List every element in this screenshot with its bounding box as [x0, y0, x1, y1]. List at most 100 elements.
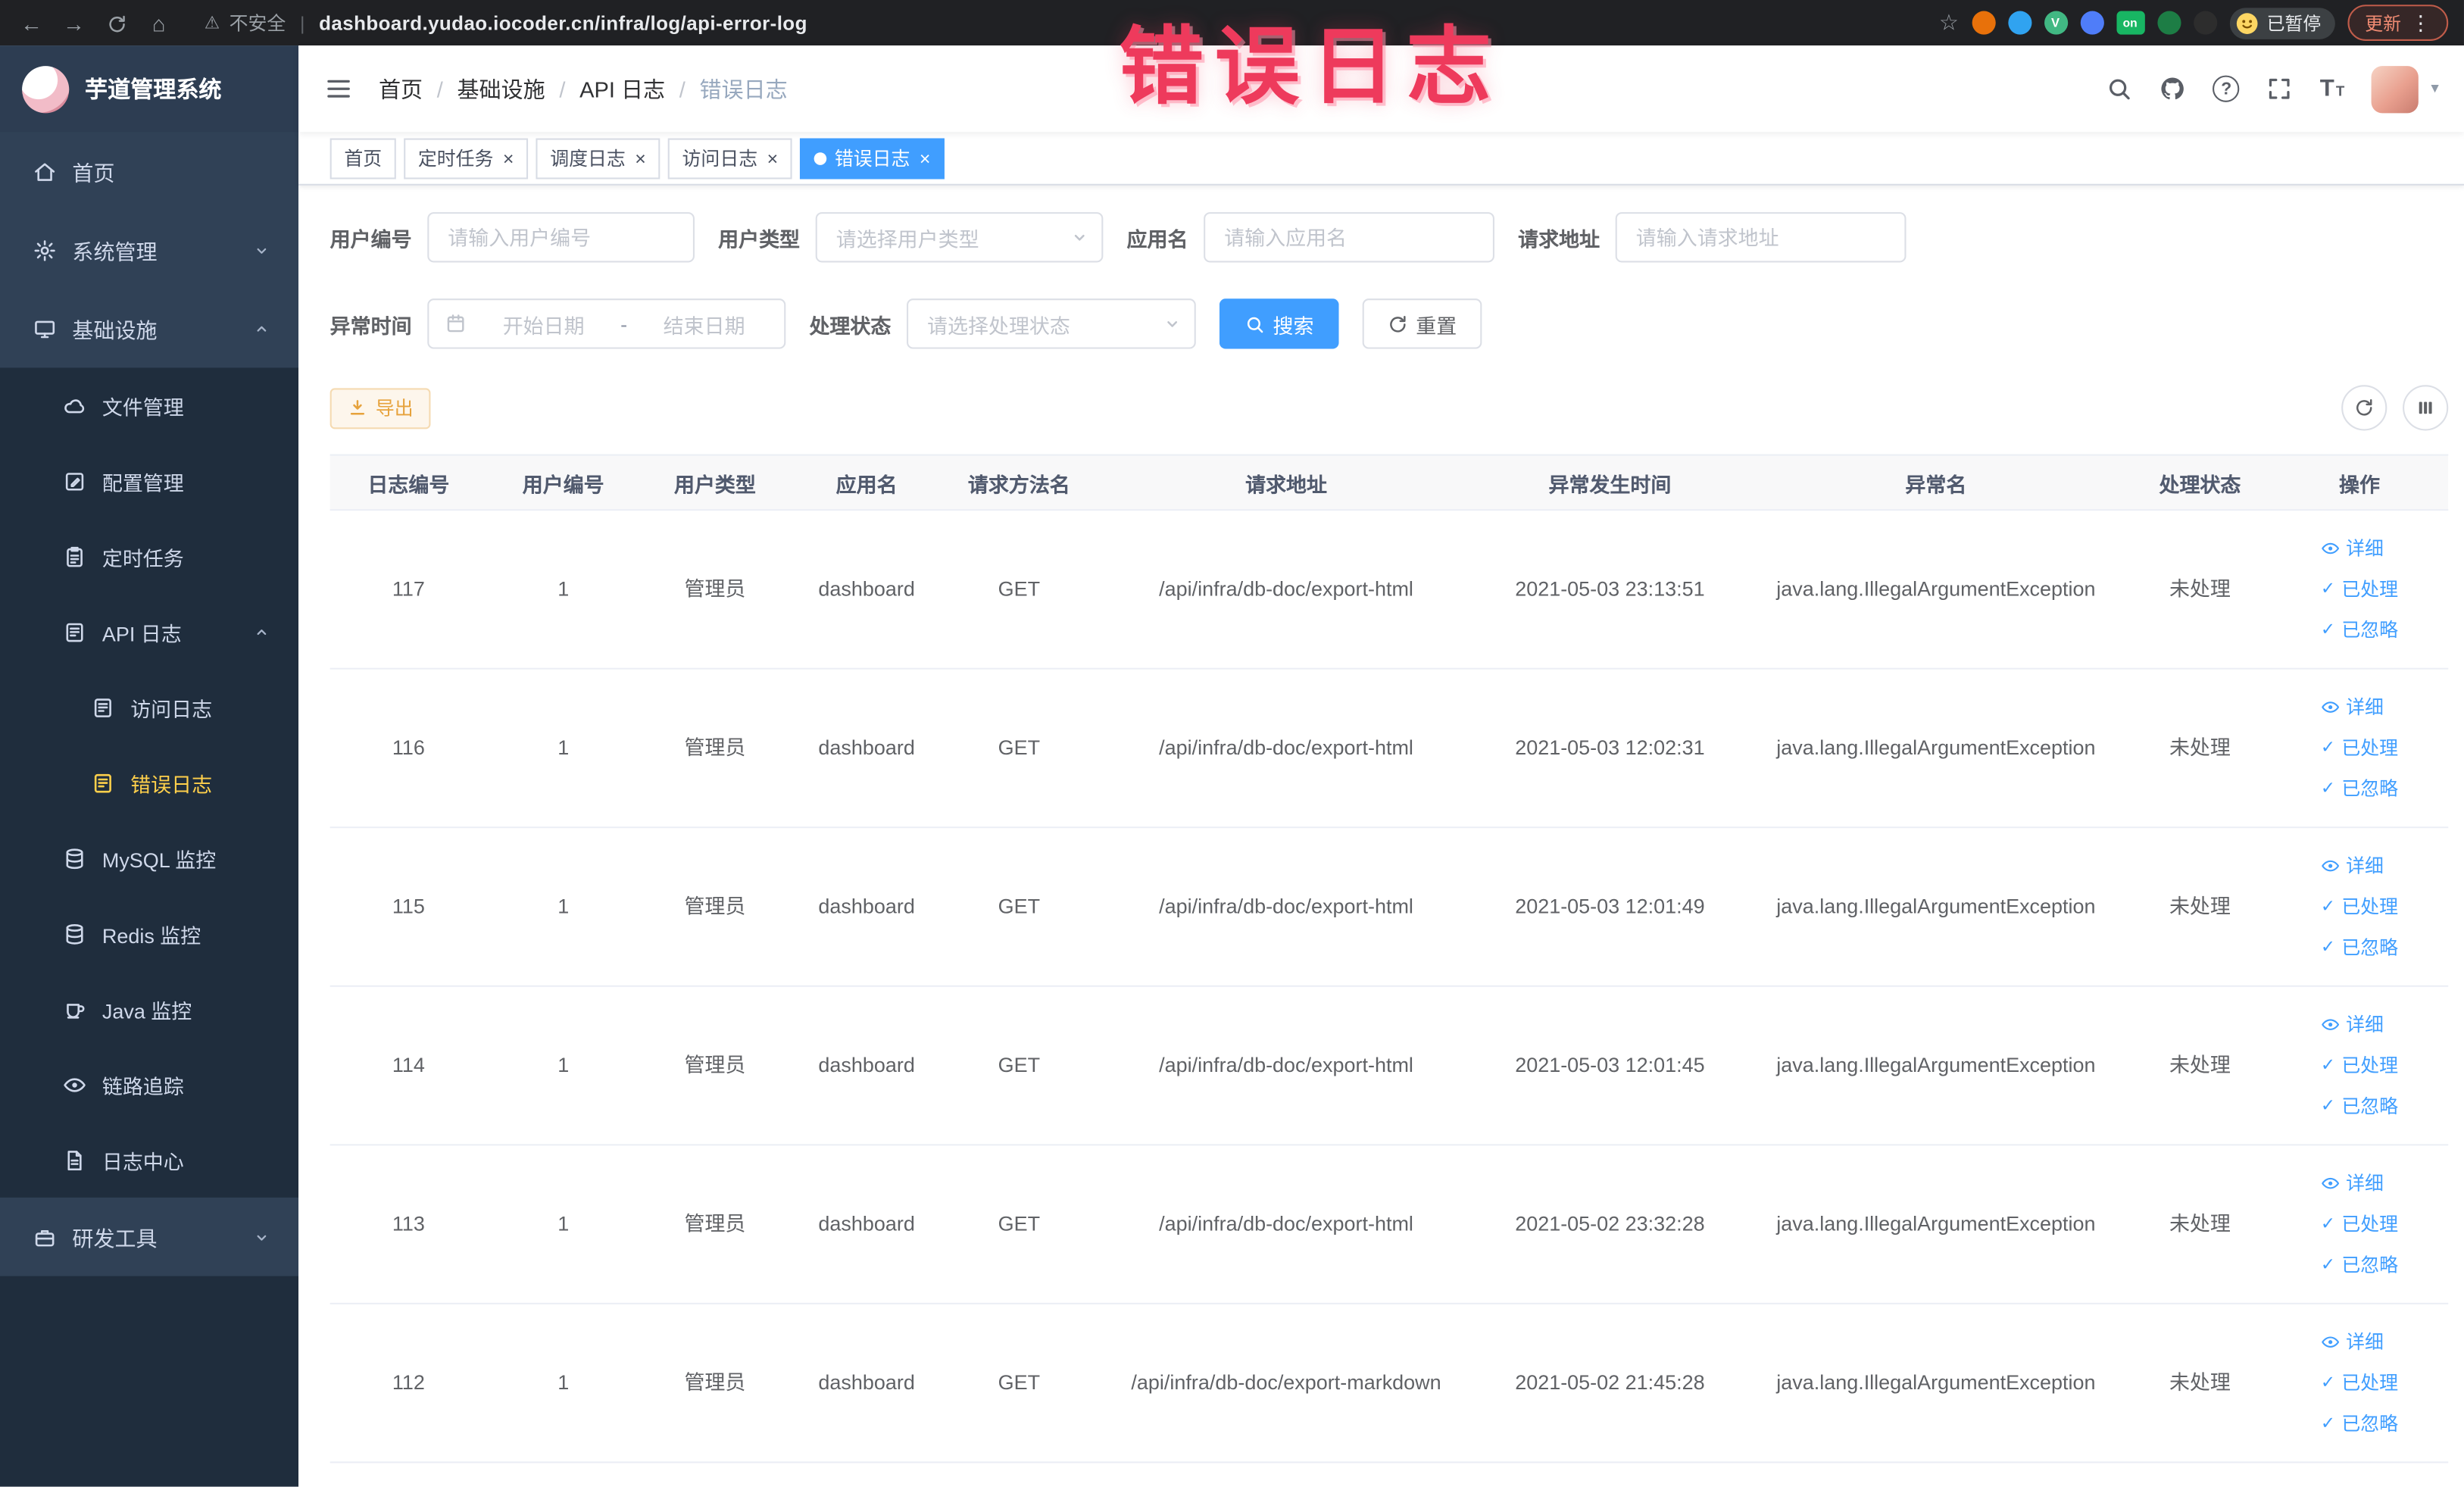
sidebar-item-home[interactable]: 首页 — [0, 132, 298, 211]
request-url-input[interactable] — [1615, 212, 1907, 263]
extension-icon-on[interactable]: on — [2116, 11, 2144, 35]
extension-icon-1[interactable] — [1971, 11, 1995, 35]
detail-link[interactable]: 详细 — [2321, 1011, 2384, 1039]
extension-icon-vue[interactable]: V — [2044, 11, 2068, 35]
avatar-caret-icon[interactable]: ▾ — [2431, 80, 2438, 98]
sidebar: 芋道管理系统 首页 系统管理 基础设施 文件管理 配置管理 定时任务 API 日… — [0, 45, 299, 1487]
bookmark-star-icon[interactable]: ☆ — [1939, 9, 1959, 36]
user-type-select[interactable]: 请选择用户类型 — [815, 212, 1104, 263]
processed-link[interactable]: ✓ 已处理 — [2321, 1369, 2398, 1397]
browser-forward-icon[interactable]: → — [58, 10, 89, 35]
browser-profile-chip[interactable]: 已暂停 — [2228, 7, 2335, 39]
tab-close-icon[interactable]: × — [920, 148, 931, 167]
export-button[interactable]: 导出 — [329, 387, 431, 429]
processed-link[interactable]: ✓ 已处理 — [2321, 734, 2398, 762]
detail-link[interactable]: 详细 — [2321, 851, 2384, 879]
database-icon — [63, 922, 86, 945]
chevron-down-icon — [253, 1228, 270, 1245]
cell-log-id: 117 — [392, 576, 425, 601]
sidebar-item-infrastructure[interactable]: 基础设施 — [0, 289, 298, 368]
sidebar-item-error-log[interactable]: 错误日志 — [0, 745, 298, 820]
address-bar[interactable]: ⚠ 不安全 | dashboard.yudao.iocoder.cn/infra… — [205, 9, 1939, 36]
tab-schedule-log[interactable]: 调度日志 × — [536, 137, 661, 179]
cell-exception-time: 2021-05-03 12:01:45 — [1515, 1053, 1705, 1077]
cell-user-id: 1 — [557, 1212, 570, 1236]
fullscreen-icon[interactable] — [2266, 76, 2293, 102]
processed-link[interactable]: ✓ 已处理 — [2321, 892, 2398, 920]
sidebar-item-mysql-monitor[interactable]: MySQL 监控 — [0, 820, 298, 896]
browser-menu-icon[interactable]: ⋮ — [2410, 10, 2431, 35]
ignored-link[interactable]: ✓ 已忽略 — [2321, 1410, 2398, 1438]
sidebar-item-label: 错误日志 — [130, 772, 213, 796]
browser-refresh-icon[interactable] — [101, 10, 132, 35]
cell-method: GET — [998, 1053, 1041, 1077]
ignored-link[interactable]: ✓ 已忽略 — [2321, 1251, 2398, 1279]
detail-link[interactable]: 详细 — [2321, 1328, 2384, 1356]
cell-method: GET — [998, 1370, 1041, 1395]
column-settings-button[interactable] — [2403, 385, 2449, 431]
refresh-table-button[interactable] — [2341, 385, 2387, 431]
tab-close-icon[interactable]: × — [767, 148, 779, 167]
tab-access-log[interactable]: 访问日志 × — [667, 137, 792, 179]
ignored-link[interactable]: ✓ 已忽略 — [2321, 616, 2398, 644]
sidebar-item-label: 基础设施 — [72, 319, 158, 343]
sidebar-item-dev-tools[interactable]: 研发工具 — [0, 1198, 298, 1276]
ignored-link[interactable]: ✓ 已忽略 — [2321, 775, 2398, 803]
detail-link[interactable]: 详细 — [2321, 1170, 2384, 1198]
url-text[interactable]: dashboard.yudao.iocoder.cn/infra/log/api… — [319, 12, 807, 34]
sidebar-item-java-monitor[interactable]: Java 监控 — [0, 971, 298, 1047]
tab-close-icon[interactable]: × — [635, 148, 646, 167]
sidebar-item-config-management[interactable]: 配置管理 — [0, 443, 298, 519]
tab-close-icon[interactable]: × — [503, 148, 514, 167]
detail-link[interactable]: 详细 — [2321, 534, 2384, 562]
processed-link[interactable]: ✓ 已处理 — [2321, 575, 2398, 603]
check-icon: ✓ — [2320, 896, 2336, 916]
extension-icon-2[interactable] — [2007, 11, 2031, 35]
sidebar-item-file-management[interactable]: 文件管理 — [0, 367, 298, 443]
search-button[interactable]: 搜索 — [1219, 298, 1339, 349]
breadcrumb-infrastructure[interactable]: 基础设施 — [457, 73, 545, 104]
sidebar-item-api-log[interactable]: API 日志 — [0, 594, 298, 670]
sidebar-toggle-button[interactable] — [323, 74, 353, 104]
app-logo[interactable]: 芋道管理系统 — [0, 45, 299, 133]
user-id-input[interactable] — [427, 212, 695, 263]
sidebar-item-trace[interactable]: 链路追踪 — [0, 1047, 298, 1123]
user-avatar[interactable] — [2371, 65, 2419, 113]
header-search-icon[interactable] — [2106, 76, 2133, 102]
exception-time-range-picker[interactable]: 开始日期 - 结束日期 — [427, 298, 786, 349]
sidebar-menu: 首页 系统管理 基础设施 文件管理 配置管理 定时任务 API 日志 访问日志 … — [0, 132, 299, 1487]
tab-home[interactable]: 首页 — [329, 137, 396, 179]
reset-button[interactable]: 重置 — [1362, 298, 1482, 349]
app-name-input[interactable] — [1204, 212, 1495, 263]
security-warning-icon[interactable]: ⚠ — [205, 13, 220, 33]
browser-back-icon[interactable]: ← — [16, 10, 47, 35]
infrastructure-submenu: 文件管理 配置管理 定时任务 API 日志 访问日志 错误日志 MySQL 监控… — [0, 367, 299, 1198]
status-select[interactable]: 请选择处理状态 — [907, 298, 1196, 349]
ignored-link[interactable]: ✓ 已忽略 — [2321, 933, 2398, 961]
sidebar-item-redis-monitor[interactable]: Redis 监控 — [0, 896, 298, 972]
request-url-label: 请求地址 — [1518, 226, 1601, 251]
font-size-icon[interactable]: TT — [2320, 76, 2345, 102]
sidebar-item-access-log[interactable]: 访问日志 — [0, 670, 298, 745]
cell-user-type: 管理员 — [684, 1053, 746, 1077]
github-icon[interactable] — [2160, 76, 2186, 102]
sidebar-item-scheduled-jobs[interactable]: 定时任务 — [0, 519, 298, 595]
breadcrumb-api-log[interactable]: API 日志 — [579, 73, 665, 104]
processed-link[interactable]: ✓ 已处理 — [2321, 1210, 2398, 1238]
extension-icon-4[interactable] — [2156, 11, 2181, 35]
cell-app-name: dashboard — [818, 736, 915, 760]
browser-update-button[interactable]: 更新 ⋮ — [2347, 5, 2449, 41]
extension-icon-5[interactable] — [2193, 11, 2217, 35]
help-icon[interactable]: ? — [2213, 75, 2240, 102]
processed-link[interactable]: ✓ 已处理 — [2321, 1051, 2398, 1079]
sidebar-item-system-management[interactable]: 系统管理 — [0, 211, 298, 289]
breadcrumb-home[interactable]: 首页 — [379, 73, 423, 104]
extension-icon-3[interactable] — [2079, 11, 2103, 35]
ignored-link[interactable]: ✓ 已忽略 — [2321, 1092, 2398, 1120]
tab-scheduled-jobs[interactable]: 定时任务 × — [404, 137, 529, 179]
browser-home-icon[interactable]: ⌂ — [143, 10, 174, 35]
sidebar-item-log-center[interactable]: 日志中心 — [0, 1122, 298, 1198]
detail-link[interactable]: 详细 — [2321, 693, 2384, 721]
select-placeholder: 请选择处理状态 — [927, 313, 1070, 338]
tab-error-log[interactable]: 错误日志 × — [800, 137, 945, 179]
